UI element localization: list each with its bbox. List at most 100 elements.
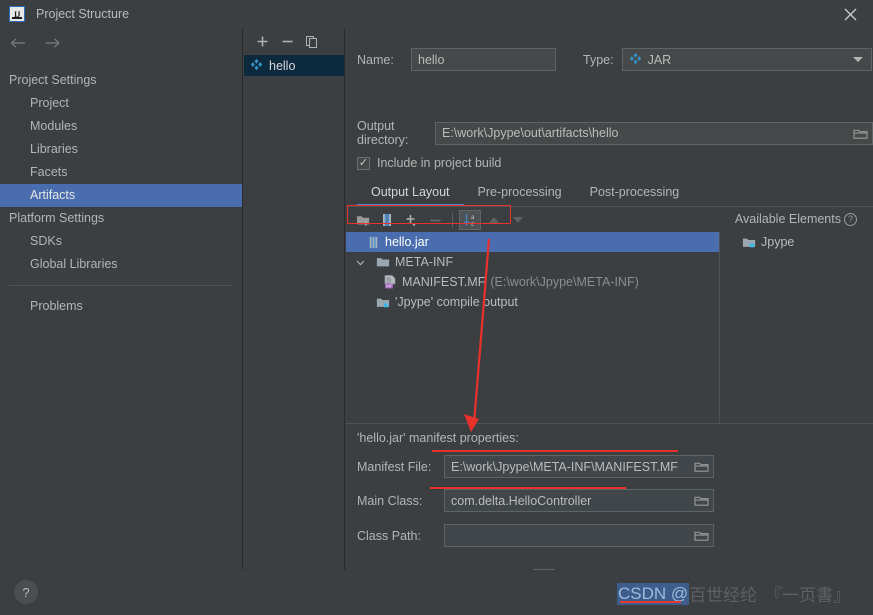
- output-layout-toolbar: a z: [352, 210, 529, 230]
- main-class-row: Main Class:: [357, 489, 714, 512]
- name-type-row: Name: Type: JAR: [357, 48, 872, 71]
- folder-browse-icon[interactable]: [690, 456, 712, 477]
- jar-icon: [367, 236, 380, 249]
- artifact-list-item-label: hello: [269, 58, 296, 73]
- output-directory-label: Output directory:: [357, 119, 409, 147]
- manifest-file-label: Manifest File:: [357, 459, 432, 474]
- sidebar-item-libraries[interactable]: Libraries: [0, 138, 242, 161]
- module-output-icon: [376, 296, 390, 309]
- include-in-project-build-label: Include in project build: [377, 156, 502, 170]
- folder-icon: [376, 256, 390, 268]
- arrow-up-icon: [483, 210, 505, 230]
- artifact-icon: [250, 58, 263, 74]
- title-bar: IJ Project Structure: [0, 0, 873, 28]
- include-in-project-build-checkbox[interactable]: ✓ Include in project build: [357, 156, 501, 170]
- manifest-file-icon: MF: [383, 275, 397, 289]
- available-elements-list: Jpype: [728, 232, 868, 252]
- tree-node-label: hello.jar: [385, 235, 429, 249]
- question-mark-icon[interactable]: ?: [14, 580, 38, 604]
- chevron-down-icon: [852, 57, 863, 62]
- watermark-suffix: 『一页書』: [765, 586, 851, 605]
- new-folder-icon[interactable]: [352, 210, 374, 230]
- folder-browse-icon[interactable]: [690, 490, 712, 511]
- manifest-properties-title: 'hello.jar' manifest properties:: [357, 431, 519, 445]
- output-directory-input[interactable]: [435, 121, 873, 145]
- tab-output-layout[interactable]: Output Layout: [357, 180, 464, 206]
- minus-icon: [424, 210, 446, 230]
- artifact-icon: [629, 52, 642, 68]
- copy-icon[interactable]: [301, 31, 323, 53]
- watermark-author: 百世经纶: [689, 586, 758, 605]
- artifacts-list-panel: hello: [244, 28, 345, 570]
- tree-node-meta-inf[interactable]: META-INF: [346, 252, 719, 272]
- intellij-idea-logo-icon: IJ: [9, 6, 25, 22]
- available-element-label: Jpype: [761, 235, 795, 249]
- svg-text:z: z: [471, 222, 474, 227]
- name-label: Name:: [357, 52, 394, 67]
- tree-split-divider[interactable]: [719, 231, 720, 423]
- sidebar-item-sdks[interactable]: SDKs: [0, 230, 242, 253]
- artifact-list-item[interactable]: hello: [244, 55, 344, 76]
- sidebar-item-facets[interactable]: Facets: [0, 161, 242, 184]
- folder-browse-icon[interactable]: [849, 123, 871, 144]
- artifact-name-input[interactable]: [411, 48, 556, 71]
- plus-icon[interactable]: [251, 31, 273, 53]
- tree-node-manifest-mf[interactable]: MF MANIFEST.MF (E:\work\Jpype\META-INF): [346, 272, 719, 292]
- main-class-label: Main Class:: [357, 493, 423, 508]
- checkbox-checked-icon: ✓: [357, 156, 370, 170]
- annotation-underline-main-class: [430, 487, 626, 489]
- class-path-input[interactable]: [444, 524, 714, 547]
- tree-node-jpype-compile-output[interactable]: 'Jpype' compile output: [346, 292, 719, 312]
- sidebar-item-modules[interactable]: Modules: [0, 115, 242, 138]
- arrow-down-icon: [507, 210, 529, 230]
- help-icon[interactable]: ?: [844, 212, 857, 226]
- artifacts-toolbar: [244, 28, 344, 55]
- navigation-arrows: [0, 28, 242, 58]
- sidebar-item-global-libraries[interactable]: Global Libraries: [0, 253, 242, 276]
- settings-sidebar: Project Settings Project Modules Librari…: [0, 28, 243, 570]
- tree-node-label: MANIFEST.MF: [402, 275, 486, 289]
- svg-text:MF: MF: [386, 284, 393, 289]
- artifact-type-value: JAR: [647, 52, 672, 67]
- manifest-section-divider: [346, 423, 873, 424]
- tab-post-processing[interactable]: Post-processing: [576, 180, 694, 206]
- folder-browse-icon[interactable]: [690, 525, 712, 546]
- available-element-item[interactable]: Jpype: [728, 232, 868, 252]
- close-icon[interactable]: [827, 0, 873, 28]
- sidebar-item-artifacts[interactable]: Artifacts: [0, 184, 242, 207]
- sidebar-divider: [9, 285, 232, 286]
- toolbar-separator: [452, 212, 453, 228]
- sidebar-item-problems[interactable]: Problems: [0, 295, 242, 318]
- plus-dropdown-icon[interactable]: [400, 210, 422, 230]
- main-class-input[interactable]: [444, 489, 714, 512]
- module-output-icon: [742, 236, 756, 249]
- minus-icon[interactable]: [276, 31, 298, 53]
- project-structure-dialog: IJ Project Structure Project Settings Pr…: [0, 0, 873, 615]
- annotation-underline-manifest-file: [432, 450, 678, 452]
- class-path-label: Class Path:: [357, 528, 421, 543]
- tree-node-detail: (E:\work\Jpype\META-INF): [490, 275, 639, 289]
- tab-pre-processing[interactable]: Pre-processing: [464, 180, 576, 206]
- output-layout-tree: hello.jar META-INF MF MANIFEST.MF (E:\wo…: [346, 232, 719, 312]
- tabs-divider: [346, 206, 873, 207]
- sidebar-group-platform-settings: Platform Settings: [9, 211, 105, 225]
- watermark-underline: [620, 601, 681, 603]
- arrow-right-icon[interactable]: [42, 33, 62, 53]
- manifest-file-input[interactable]: [444, 455, 714, 478]
- manifest-file-row: Manifest File:: [357, 455, 714, 478]
- tree-node-label: META-INF: [395, 255, 454, 269]
- archive-icon[interactable]: [376, 210, 398, 230]
- editor-tabs: Output Layout Pre-processing Post-proces…: [357, 180, 693, 206]
- arrow-left-icon[interactable]: [8, 33, 28, 53]
- sort-az-icon[interactable]: a z: [459, 210, 481, 230]
- sidebar-group-project-settings: Project Settings: [9, 73, 97, 87]
- available-elements-header: Available Elements ?: [735, 212, 857, 226]
- class-path-row: Class Path:: [357, 524, 714, 547]
- tree-node-hello-jar[interactable]: hello.jar: [346, 232, 719, 252]
- chevron-down-icon[interactable]: [353, 258, 367, 267]
- available-elements-label: Available Elements: [734, 212, 841, 226]
- artifact-type-combobox[interactable]: JAR: [621, 48, 872, 71]
- type-label: Type:: [583, 52, 614, 67]
- sidebar-item-project[interactable]: Project: [0, 92, 242, 115]
- output-directory-row: Output directory:: [357, 119, 873, 147]
